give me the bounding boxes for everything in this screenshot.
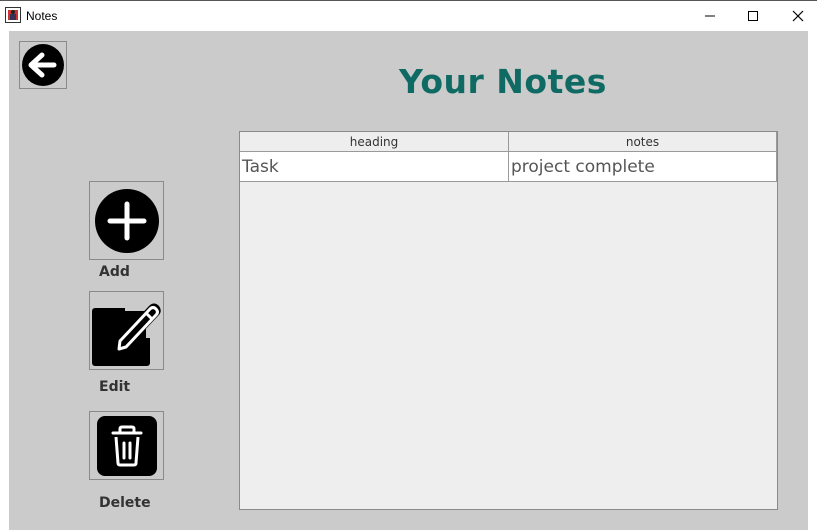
- close-icon: [792, 10, 804, 22]
- column-header-notes[interactable]: notes: [509, 132, 777, 152]
- delete-button[interactable]: [89, 411, 164, 480]
- maximize-button[interactable]: [730, 1, 776, 31]
- window-title: Notes: [26, 9, 58, 23]
- table-header: heading notes: [240, 132, 777, 152]
- app-icon: [5, 7, 21, 23]
- window-title-bar: Notes: [0, 0, 817, 31]
- plus-circle-icon: [94, 188, 159, 253]
- trash-icon: [96, 415, 157, 476]
- close-button[interactable]: [775, 1, 817, 31]
- table-cell-heading[interactable]: Task: [240, 152, 509, 182]
- back-button[interactable]: [19, 41, 67, 89]
- maximize-icon: [748, 11, 758, 21]
- column-header-heading[interactable]: heading: [240, 132, 509, 152]
- table-cell-notes[interactable]: project complete: [509, 152, 777, 182]
- pencil-square-icon: [92, 303, 161, 366]
- edit-button[interactable]: [89, 291, 164, 370]
- notes-table[interactable]: heading notes Task project complete: [239, 131, 778, 510]
- add-button[interactable]: [89, 181, 164, 260]
- add-label: Add: [99, 264, 130, 280]
- arrow-left-circle-icon: [22, 44, 64, 86]
- minimize-button[interactable]: [687, 1, 733, 31]
- page-title: Your Notes: [399, 62, 607, 101]
- edit-label: Edit: [99, 379, 131, 395]
- table-row[interactable]: Task project complete: [240, 152, 777, 182]
- minimize-icon: [705, 15, 715, 17]
- delete-label: Delete: [99, 495, 151, 511]
